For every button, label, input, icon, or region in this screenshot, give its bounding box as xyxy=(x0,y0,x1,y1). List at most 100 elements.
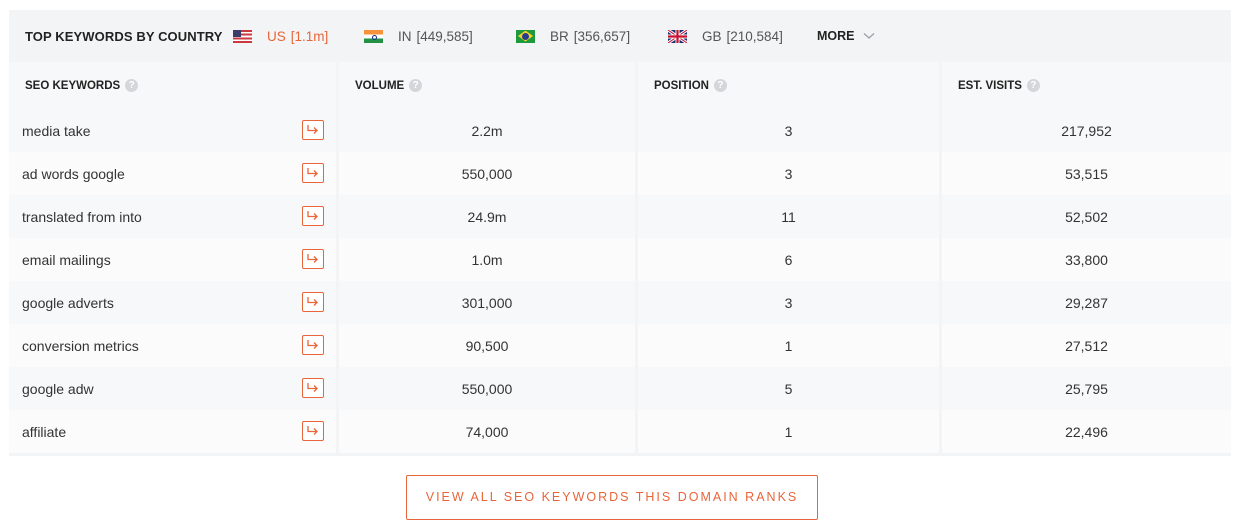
keyword-arrow-icon xyxy=(307,211,318,220)
visits-cell: 53,515 xyxy=(942,152,1231,195)
visits-cell: 22,496 xyxy=(942,410,1231,453)
volume-cell: 1.0m xyxy=(339,238,638,281)
country-tab-in[interactable]: IN [449,585] xyxy=(364,29,473,44)
keyword-arrow-icon xyxy=(307,340,318,349)
volume-cell: 550,000 xyxy=(339,367,638,410)
keyword-arrow-icon xyxy=(307,426,318,435)
more-countries-dropdown[interactable]: MORE xyxy=(817,29,875,43)
keyword-cell: conversion metrics xyxy=(9,324,339,367)
keyword-arrow-icon xyxy=(307,383,318,392)
keyword-cell: media take xyxy=(9,109,339,152)
volume-cell: 74,000 xyxy=(339,410,638,453)
country-code: IN xyxy=(398,28,412,44)
volume-cell: 301,000 xyxy=(339,281,638,324)
country-tab-gb[interactable]: GB [210,584] xyxy=(668,29,783,44)
visits-cell: 29,287 xyxy=(942,281,1231,324)
column-header-volume[interactable]: VOLUME? xyxy=(339,62,638,109)
country-count: [449,585] xyxy=(416,28,473,44)
visits-cell: 27,512 xyxy=(942,324,1231,367)
keyword-cell: ad words google xyxy=(9,152,339,195)
keyword-cell: google adverts xyxy=(9,281,339,324)
keyword-text: affiliate xyxy=(22,423,67,440)
help-icon[interactable]: ? xyxy=(125,79,139,92)
keywords-card: TOP KEYWORDS BY COUNTRY US [1.1m] IN [44… xyxy=(9,10,1231,456)
view-all-keywords-button[interactable]: VIEW ALL SEO KEYWORDS THIS DOMAIN RANKS … xyxy=(406,475,818,520)
keyword-link-button[interactable] xyxy=(302,378,324,398)
keyword-cell: email mailings xyxy=(9,238,339,281)
table-row: ad words google 550,000 3 53,515 xyxy=(9,152,1231,195)
country-tab-us[interactable]: US [1.1m] xyxy=(233,29,328,44)
position-cell: 1 xyxy=(638,324,942,367)
table-row: google adw 550,000 5 25,795 xyxy=(9,367,1231,410)
country-code: US xyxy=(267,28,286,44)
keyword-text: google adverts xyxy=(22,294,114,311)
help-icon[interactable]: ? xyxy=(1026,79,1040,92)
volume-cell: 550,000 xyxy=(339,152,638,195)
keyword-link-button[interactable] xyxy=(302,421,324,441)
column-label: POSITION xyxy=(654,79,709,92)
volume-cell: 2.2m xyxy=(339,109,638,152)
position-cell: 3 xyxy=(638,281,942,324)
country-bar: TOP KEYWORDS BY COUNTRY US [1.1m] IN [44… xyxy=(9,10,1231,62)
visits-cell: 52,502 xyxy=(942,195,1231,238)
column-label: SEO KEYWORDS xyxy=(25,79,121,92)
country-tab-br[interactable]: BR [356,657] xyxy=(516,29,630,44)
volume-cell: 90,500 xyxy=(339,324,638,367)
uk-flag-icon xyxy=(668,29,687,43)
country-code: BR xyxy=(550,28,569,44)
keyword-arrow-icon xyxy=(307,125,318,134)
keyword-text: translated from into xyxy=(22,208,142,225)
volume-cell: 24.9m xyxy=(339,195,638,238)
keyword-text: conversion metrics xyxy=(22,337,139,354)
country-count: [1.1m] xyxy=(290,28,329,44)
position-cell: 3 xyxy=(638,152,942,195)
keyword-link-button[interactable] xyxy=(302,292,324,312)
keyword-cell: affiliate xyxy=(9,410,339,453)
keyword-arrow-icon xyxy=(307,168,318,177)
section-title: TOP KEYWORDS BY COUNTRY xyxy=(25,28,223,44)
position-cell: 1 xyxy=(638,410,942,453)
keyword-text: ad words google xyxy=(22,165,125,182)
keyword-arrow-icon xyxy=(307,297,318,306)
visits-cell: 25,795 xyxy=(942,367,1231,410)
more-label: MORE xyxy=(817,29,855,43)
brazil-flag-icon xyxy=(516,29,535,43)
position-cell: 11 xyxy=(638,195,942,238)
table-row: media take 2.2m 3 217,952 xyxy=(9,109,1231,152)
country-count: [356,657] xyxy=(573,28,631,44)
keyword-arrow-icon xyxy=(307,254,318,263)
country-code: GB xyxy=(702,28,722,44)
keyword-link-button[interactable] xyxy=(302,335,324,355)
column-header-visits[interactable]: EST. VISITS? xyxy=(942,62,1231,109)
keyword-link-button[interactable] xyxy=(302,206,324,226)
column-label: EST. VISITS xyxy=(958,79,1022,92)
visits-cell: 217,952 xyxy=(942,109,1231,152)
keyword-link-button[interactable] xyxy=(302,163,324,183)
position-cell: 3 xyxy=(638,109,942,152)
country-count: [210,584] xyxy=(726,28,783,44)
table-row: conversion metrics 90,500 1 27,512 xyxy=(9,324,1231,367)
help-icon[interactable]: ? xyxy=(713,79,727,92)
chevron-down-icon xyxy=(863,33,874,39)
position-cell: 6 xyxy=(638,238,942,281)
keyword-text: google adw xyxy=(22,380,94,397)
column-header-position[interactable]: POSITION? xyxy=(638,62,942,109)
keyword-link-button[interactable] xyxy=(302,120,324,140)
keyword-link-button[interactable] xyxy=(302,249,324,269)
help-icon[interactable]: ? xyxy=(409,79,423,92)
column-label: VOLUME xyxy=(355,79,405,92)
visits-cell: 33,800 xyxy=(942,238,1231,281)
table-header-row: SEO KEYWORDS? VOLUME? POSITION? EST. VIS… xyxy=(9,62,1231,109)
table-row: affiliate 74,000 1 22,496 xyxy=(9,410,1231,453)
india-flag-icon xyxy=(364,29,383,43)
keyword-cell: google adw xyxy=(9,367,339,410)
table-row: translated from into 24.9m 11 52,502 xyxy=(9,195,1231,238)
keywords-table: SEO KEYWORDS? VOLUME? POSITION? EST. VIS… xyxy=(9,62,1231,453)
keyword-cell: translated from into xyxy=(9,195,339,238)
column-header-keywords[interactable]: SEO KEYWORDS? xyxy=(9,62,339,109)
keyword-text: email mailings xyxy=(22,251,111,268)
table-row: email mailings 1.0m 6 33,800 xyxy=(9,238,1231,281)
position-cell: 5 xyxy=(638,367,942,410)
table-row: google adverts 301,000 3 29,287 xyxy=(9,281,1231,324)
keyword-text: media take xyxy=(22,122,91,139)
